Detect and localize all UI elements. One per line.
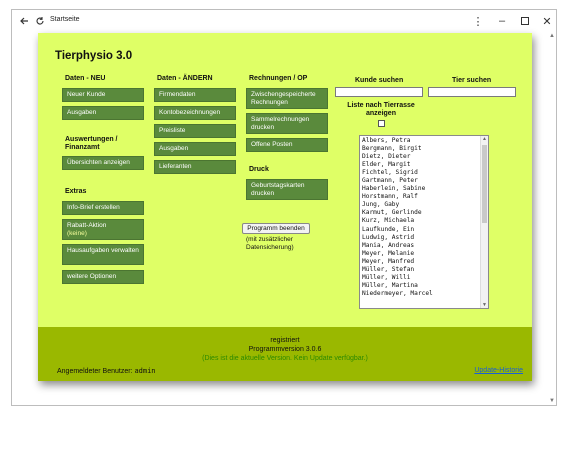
homework-manage-button[interactable]: Hausaufgaben verwalten <box>62 244 144 265</box>
close-icon[interactable]: ✕ <box>539 13 555 29</box>
company-data-button[interactable]: Firmendaten <box>154 88 236 102</box>
customer-list-item[interactable]: Elder, Margit <box>362 161 488 169</box>
open-items-button[interactable]: Offene Posten <box>246 138 328 152</box>
page-scroll-thumb[interactable] <box>549 44 554 394</box>
cached-invoices-button[interactable]: Zwischengespeicherte Rechnungen <box>246 88 328 109</box>
customer-list-item[interactable]: Müller, Willi <box>362 274 488 282</box>
animal-search-label: Tier suchen <box>452 77 492 84</box>
customer-list-item[interactable]: Mania, Andreas <box>362 242 488 250</box>
collective-invoices-button[interactable]: Sammelrechnungen drucken <box>246 113 328 134</box>
program-end-button[interactable]: Programm beenden <box>242 223 310 234</box>
discount-campaign-label: Rabatt-Aktion <box>67 222 107 229</box>
listbox-scroll-up-icon[interactable]: ▲ <box>482 136 487 142</box>
update-history-link[interactable]: Update-Historie <box>474 367 523 374</box>
footer-info: registriert Programmversion 3.0.6 (Dies … <box>38 336 532 363</box>
customer-list-item[interactable]: Horstmann, Ralf <box>362 193 488 201</box>
print-heading: Druck <box>249 166 269 173</box>
discount-campaign-status: (keine) <box>67 230 87 237</box>
listbox-scrollbar[interactable]: ▲ ▼ <box>480 136 488 308</box>
program-version: Programmversion 3.0.6 <box>248 346 322 353</box>
customer-list-item[interactable]: Ludwig, Astrid <box>362 234 488 242</box>
kebab-menu-icon[interactable]: ⋮ <box>470 13 486 29</box>
customer-search-label: Kunde suchen <box>355 77 404 84</box>
app-panel: Tierphysio 3.0 Daten - NEU Neuer Kunde A… <box>38 33 532 381</box>
race-list-label: Liste nach Tierrasse anzeigen <box>347 102 415 117</box>
col-edit-heading: Daten - ÄNDERN <box>157 75 213 82</box>
customer-search-input[interactable] <box>335 87 423 97</box>
scroll-up-icon[interactable]: ▲ <box>549 33 555 39</box>
logged-in-user: Angemeldeter Benutzer: admin <box>57 367 156 375</box>
customer-list: Albers, Petra Bergmann, Birgit Dietz, Diet… <box>360 136 488 298</box>
info-letter-button[interactable]: Info-Brief erstellen <box>62 201 144 215</box>
customer-listbox[interactable]: Albers, Petra Bergmann, Birgit Dietz, Diet… <box>359 135 489 309</box>
edit-expenses-button[interactable]: Ausgaben <box>154 142 236 156</box>
customer-list-item[interactable]: Albers, Petra <box>362 137 488 145</box>
col-new-heading: Daten - NEU <box>65 75 106 82</box>
discount-campaign-button[interactable]: Rabatt-Aktion (keine) <box>62 219 144 240</box>
customer-list-item[interactable]: Müller, Stefan <box>362 266 488 274</box>
browser-titlebar: Startseite ⋮ – ✕ <box>12 10 556 32</box>
maximize-icon[interactable] <box>517 13 533 29</box>
app-title: Tierphysio 3.0 <box>55 50 133 62</box>
program-end-note: (mit zusätzlicher Datensicherung) <box>246 236 294 251</box>
customer-list-item[interactable]: Gartmann, Peter <box>362 177 488 185</box>
tab-title: Startseite <box>50 16 80 23</box>
account-labels-button[interactable]: Kontobezeichnungen <box>154 106 236 120</box>
customer-list-item[interactable]: Karmut, Gerlinde <box>362 209 488 217</box>
show-overviews-button[interactable]: Übersichten anzeigen <box>62 156 144 170</box>
customer-list-item[interactable]: Dietz, Dieter <box>362 153 488 161</box>
new-customer-button[interactable]: Neuer Kunde <box>62 88 144 102</box>
race-list-checkbox[interactable] <box>378 120 385 127</box>
customer-list-item[interactable]: Laufkunde, Ein <box>362 226 488 234</box>
col-invoices-heading: Rechnungen / OP <box>249 75 308 82</box>
reload-icon[interactable] <box>32 13 48 29</box>
new-expense-button[interactable]: Ausgaben <box>62 106 144 120</box>
animal-search-input[interactable] <box>428 87 516 97</box>
suppliers-button[interactable]: Lieferanten <box>154 160 236 174</box>
scroll-down-icon[interactable]: ▼ <box>549 398 555 404</box>
reports-heading: Auswertungen / Finanzamt <box>65 136 118 151</box>
browser-window: Startseite ⋮ – ✕ ▲ ▼ Tierphysio 3.0 Date… <box>11 9 557 406</box>
back-arrow-icon[interactable] <box>16 13 32 29</box>
listbox-scroll-thumb[interactable] <box>482 145 487 223</box>
customer-list-item[interactable]: Müller, Martina <box>362 282 488 290</box>
minimize-icon[interactable]: – <box>494 13 510 29</box>
customer-list-item[interactable]: Kurz, Michaela <box>362 217 488 225</box>
logged-in-user-label: Angemeldeter Benutzer: <box>57 368 133 375</box>
extras-heading: Extras <box>65 188 87 195</box>
more-options-button[interactable]: weitere Optionen <box>62 270 144 284</box>
customer-list-item[interactable]: Haberlein, Sabine <box>362 185 488 193</box>
customer-list-item[interactable]: Niedermeyer, Marcel <box>362 290 488 298</box>
birthday-cards-button[interactable]: Geburtstagskarten drucken <box>246 179 328 200</box>
customer-list-item[interactable]: Meyer, Manfred <box>362 258 488 266</box>
customer-list-item[interactable]: Fichtel, Sigrid <box>362 169 488 177</box>
listbox-scroll-down-icon[interactable]: ▼ <box>482 302 487 308</box>
app-footer: registriert Programmversion 3.0.6 (Dies … <box>38 327 532 381</box>
logged-in-user-name: admin <box>134 367 156 375</box>
customer-list-item[interactable]: Jung, Gaby <box>362 201 488 209</box>
registration-status: registriert <box>270 337 300 344</box>
update-note: (Dies ist die aktuelle Version. Kein Upd… <box>202 355 368 362</box>
price-list-button[interactable]: Preisliste <box>154 124 236 138</box>
customer-list-item[interactable]: Bergmann, Birgit <box>362 145 488 153</box>
page-scrollbar[interactable]: ▲ ▼ <box>547 32 556 405</box>
customer-list-item[interactable]: Meyer, Melanie <box>362 250 488 258</box>
